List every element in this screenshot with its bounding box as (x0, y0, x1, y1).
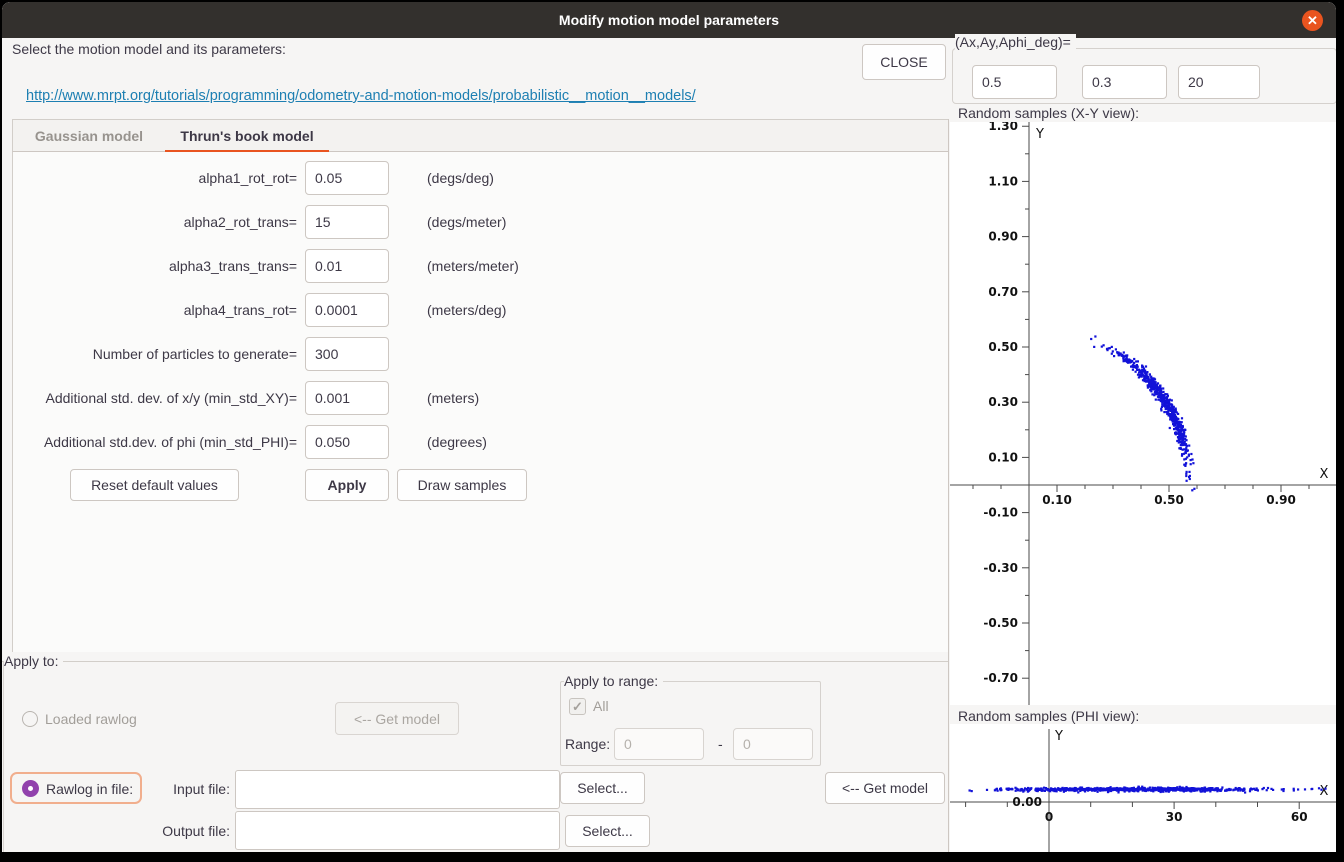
param-input[interactable] (305, 249, 389, 283)
input-file-label: Input file: (42, 781, 230, 797)
phi-chart-title: Random samples (PHI view): (958, 708, 1139, 724)
close-dialog-button[interactable]: CLOSE (862, 44, 946, 80)
dialog-window: Modify motion model parameters ✕ Select … (2, 2, 1336, 852)
xy-chart-title: Random samples (X-Y view): (958, 105, 1139, 121)
svg-text:60: 60 (1291, 810, 1308, 824)
svg-text:0.50: 0.50 (1154, 493, 1184, 507)
output-file-label: Output file: (42, 823, 230, 839)
svg-text:0.50: 0.50 (988, 340, 1018, 354)
output-file-field[interactable] (235, 811, 560, 850)
delta-x-input[interactable] (972, 65, 1057, 99)
svg-text:1.30: 1.30 (988, 122, 1018, 133)
range-to-input (733, 728, 813, 760)
draw-samples-button[interactable]: Draw samples (397, 469, 527, 501)
input-file-field[interactable] (235, 770, 560, 809)
apply-to-group-left-border (3, 662, 4, 852)
delta-group-label: (Ax,Ay,Aphi_deg)= (955, 34, 1076, 50)
svg-text:0.70: 0.70 (988, 285, 1018, 299)
svg-text:Y: Y (1035, 127, 1044, 142)
svg-text:0.00: 0.00 (1012, 795, 1042, 809)
param-unit: (meters/deg) (427, 293, 506, 327)
range-label: Range: (565, 736, 610, 752)
svg-text:Y: Y (1054, 729, 1063, 744)
rawlog-in-file-radio[interactable] (22, 780, 39, 797)
apply-button[interactable]: Apply (305, 469, 389, 501)
svg-text:0.90: 0.90 (988, 230, 1018, 244)
param-unit: (degrees) (427, 425, 487, 459)
svg-text:-0.70: -0.70 (983, 671, 1018, 685)
range-dash: - (718, 736, 723, 752)
svg-text:0.10: 0.10 (988, 450, 1018, 464)
svg-text:1.10: 1.10 (988, 174, 1018, 188)
svg-text:-0.10: -0.10 (983, 506, 1018, 520)
apply-to-group-label: Apply to: (4, 653, 63, 669)
svg-text:0.90: 0.90 (1266, 493, 1296, 507)
get-model-top-button: <-- Get model (335, 702, 459, 735)
param-unit: (meters/meter) (427, 249, 519, 283)
panel-divider (948, 119, 949, 852)
all-checkbox-label: All (593, 698, 609, 714)
apply-to-group-border (2, 661, 949, 662)
param-unit: (degs/deg) (427, 161, 494, 195)
all-checkbox: ✓ (569, 698, 586, 715)
param-label: Additional std.dev. of phi (min_std_PHI)… (2, 425, 297, 459)
instruction-label: Select the motion model and its paramete… (12, 41, 286, 57)
param-input[interactable] (305, 381, 389, 415)
param-label: alpha4_trans_rot= (2, 293, 297, 327)
param-label: Additional std. dev. of x/y (min_std_XY)… (2, 381, 297, 415)
svg-text:-0.50: -0.50 (983, 616, 1018, 630)
loaded-rawlog-label: Loaded rawlog (45, 711, 137, 727)
loaded-rawlog-radio (22, 711, 38, 727)
apply-to-range-label: Apply to range: (564, 673, 663, 689)
delta-y-input[interactable] (1082, 65, 1167, 99)
param-label: alpha2_rot_trans= (2, 205, 297, 239)
svg-text:0: 0 (1045, 810, 1053, 824)
select-input-file-button[interactable]: Select... (560, 772, 645, 804)
window-title: Modify motion model parameters (2, 2, 1336, 38)
reset-default-values-button[interactable]: Reset default values (70, 469, 239, 501)
param-input[interactable] (305, 337, 389, 371)
param-input[interactable] (305, 205, 389, 239)
param-unit: (degs/meter) (427, 205, 506, 239)
svg-text:-0.30: -0.30 (983, 561, 1018, 575)
phi-scatter-points (950, 786, 1336, 794)
svg-text:0.30: 0.30 (988, 395, 1018, 409)
svg-text:X: X (1320, 467, 1329, 482)
tab-bar: Gaussian model Thrun's book model (12, 119, 949, 152)
tab-gaussian-model[interactable]: Gaussian model (13, 120, 165, 153)
param-label: Number of particles to generate= (2, 337, 297, 371)
param-input[interactable] (305, 293, 389, 327)
get-model-bottom-button[interactable]: <-- Get model (825, 772, 945, 804)
param-unit: (meters) (427, 381, 479, 415)
tab-thruns-book-model[interactable]: Thrun's book model (165, 120, 329, 153)
xy-chart-canvas: 1.30 1.10 0.90 0.70 0.50 0.30 0.10 -0.10 -0.30 -0… (950, 122, 1336, 705)
svg-text:30: 30 (1166, 810, 1183, 824)
param-input[interactable] (305, 161, 389, 195)
param-label: alpha3_trans_trans= (2, 249, 297, 283)
param-label: alpha1_rot_rot= (2, 161, 297, 195)
tutorial-link[interactable]: http://www.mrpt.org/tutorials/programmin… (26, 88, 696, 104)
param-input[interactable] (305, 425, 389, 459)
titlebar: Modify motion model parameters ✕ (2, 2, 1336, 38)
delta-phi-input[interactable] (1178, 65, 1260, 99)
window-bottom-edge (0, 852, 1344, 862)
close-icon[interactable]: ✕ (1302, 10, 1323, 31)
svg-text:X: X (1320, 784, 1329, 799)
select-output-file-button[interactable]: Select... (565, 815, 650, 847)
svg-text:0.10: 0.10 (1042, 493, 1072, 507)
xy-scatter-points (1090, 335, 1195, 491)
range-from-input (614, 728, 704, 760)
phi-chart-canvas: 0 30 60 0.00 Y X (950, 724, 1336, 852)
